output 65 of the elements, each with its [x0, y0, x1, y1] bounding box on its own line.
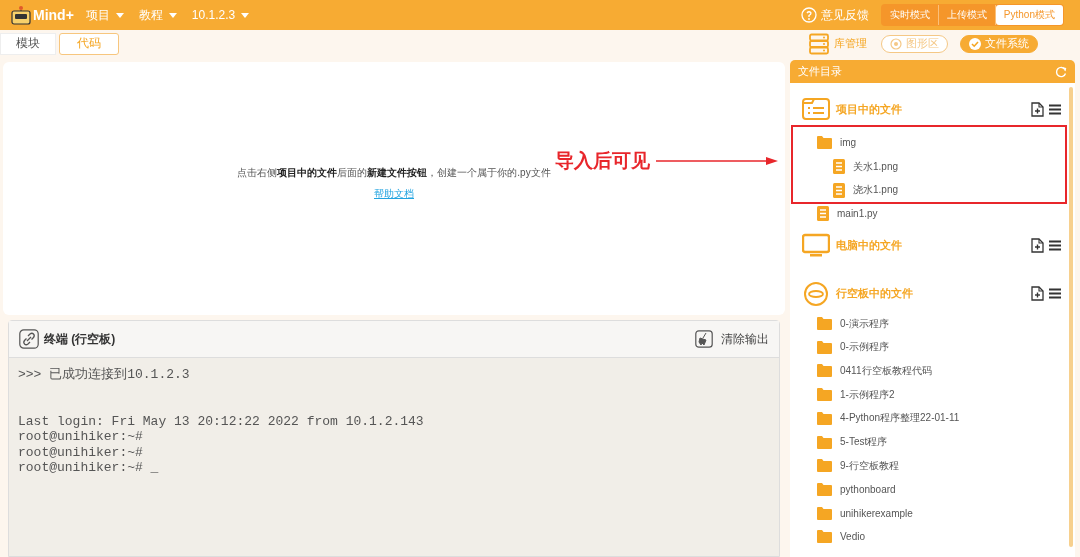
terminal-line: root@unihiker:~# — [18, 444, 144, 460]
caret-icon — [114, 11, 125, 19]
folder-icon — [817, 136, 832, 150]
new-file-icon — [1031, 101, 1044, 117]
folder-icon — [817, 530, 832, 544]
link-icon — [19, 329, 39, 349]
app-logo-text: Mind+ — [33, 7, 74, 23]
folder-icon — [817, 388, 832, 402]
server-icon — [808, 32, 830, 55]
section-title: 项目中的文件 — [836, 101, 902, 117]
menu-icon — [1049, 288, 1061, 300]
section-title: 行空板中的文件 — [836, 286, 913, 302]
file-icon — [833, 159, 845, 175]
folder-item[interactable]: 1-示例程序2 — [840, 387, 895, 402]
new-file-icon — [1031, 238, 1044, 254]
folder-icon — [817, 411, 832, 425]
editor-tab[interactable]: 模块 — [0, 32, 56, 55]
check-icon — [969, 37, 981, 50]
folder-item[interactable]: 5-Test程序 — [840, 435, 888, 450]
folder-icon — [817, 317, 832, 331]
radio-icon — [890, 37, 902, 50]
folder-item[interactable]: unihikerexample — [840, 507, 913, 519]
folder-item[interactable]: 0411行空板教程代码 — [840, 363, 932, 378]
help-icon — [800, 7, 817, 23]
folder-icon — [817, 364, 832, 378]
caret-icon — [167, 11, 178, 19]
folder-item[interactable]: 9-行空板教程 — [840, 458, 899, 473]
folder-item[interactable]: pythonboard — [840, 483, 896, 495]
folder-item[interactable]: 0-演示程序 — [840, 316, 889, 331]
folder-icon — [817, 459, 832, 473]
file-item[interactable]: main1.py — [837, 208, 878, 220]
refresh-icon — [1055, 65, 1067, 78]
terminal-line: root@unihiker:~# — [18, 429, 144, 445]
terminal-title: 终端 (行空板) — [44, 330, 116, 348]
file-icon — [833, 182, 845, 198]
new-file-icon — [1031, 286, 1044, 302]
clear-output-button[interactable]: 清除输出 — [695, 330, 769, 348]
robot-icon — [10, 5, 32, 25]
folder-item[interactable]: Vedio — [840, 531, 866, 543]
terminal-line: >>> 已成功连接到10.1.2.3 — [18, 367, 191, 383]
menu-icon — [1049, 103, 1061, 115]
file-icon — [817, 206, 829, 222]
terminal-line: Last login: Fri May 13 20:12:22 2022 from 10.1.2.143 — [18, 413, 425, 429]
board-icon — [802, 280, 830, 307]
scrollbar[interactable] — [1069, 87, 1073, 547]
folder-item[interactable]: 0-示例程序 — [840, 340, 889, 355]
folder-item[interactable]: 4-Python程序整理22-01-11 — [840, 411, 960, 426]
folder-icon — [817, 482, 832, 496]
folder-icon — [817, 435, 832, 449]
folder-list-icon — [802, 96, 830, 122]
section-title: 电脑中的文件 — [836, 238, 902, 254]
panel-title: 文件目录 — [798, 64, 842, 79]
menu-icon — [1049, 240, 1061, 252]
editor-hint: 点击右侧项目中的文件后面的新建文件按钮，创建一个属于你的.py文件 — [237, 166, 551, 180]
folder-item[interactable]: img — [840, 137, 857, 149]
folder-icon — [817, 506, 832, 520]
broom-icon — [695, 330, 713, 348]
file-item[interactable]: 关水1.png — [853, 159, 899, 174]
arrow-icon — [656, 156, 778, 166]
monitor-icon — [802, 232, 830, 259]
caret-icon — [240, 11, 251, 19]
file-item[interactable]: 浇水1.png — [853, 183, 899, 198]
folder-icon — [817, 340, 832, 354]
terminal-line: root@unihiker:~# _ — [18, 460, 160, 476]
annotation-text: 导入后可见 — [555, 149, 650, 173]
